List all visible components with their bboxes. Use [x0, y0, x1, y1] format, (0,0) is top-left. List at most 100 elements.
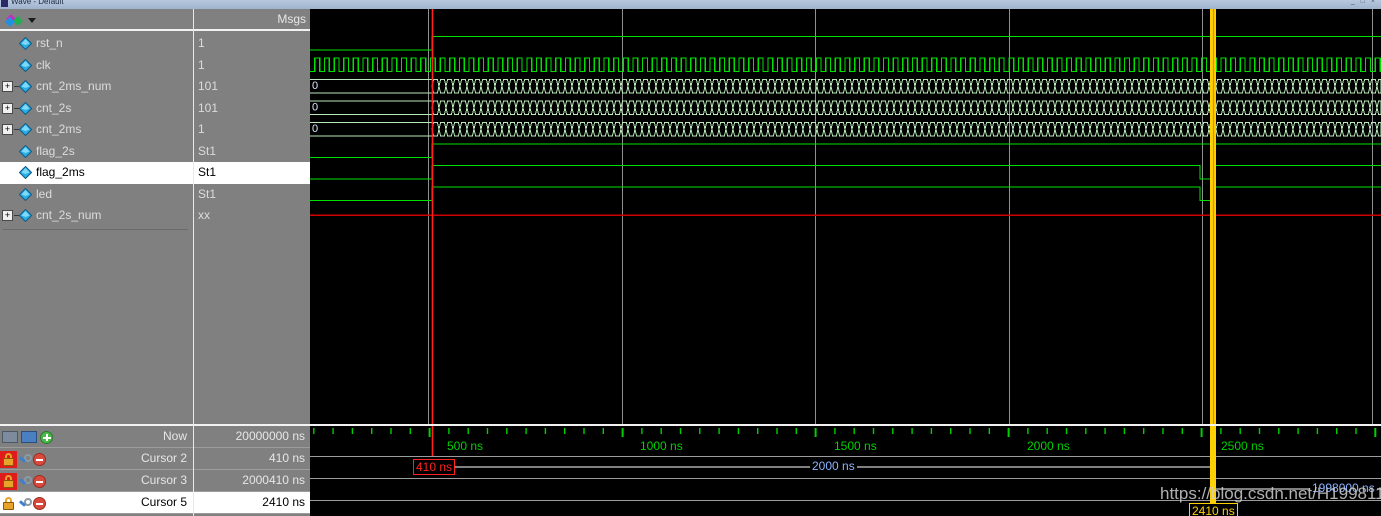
- signal-value-label: 101: [198, 100, 219, 115]
- signal-row-clk[interactable]: clk: [0, 55, 193, 77]
- cursor-misc-icon[interactable]: [2, 431, 18, 443]
- cursor-value-row-2: 2000410 ns: [194, 470, 310, 492]
- svg-text:2500 ns: 2500 ns: [1221, 439, 1264, 453]
- cursor-icons: [0, 472, 46, 490]
- waveform-svg: 0 0 0: [310, 9, 1381, 424]
- signal-value-row-rst_n: 1: [194, 33, 311, 55]
- signal-value-row-flag_2s: St1: [194, 141, 311, 163]
- cursor-row-0[interactable]: Now: [0, 426, 193, 448]
- signal-value-label: 1: [198, 36, 205, 50]
- cursor2-time-tag[interactable]: 410 ns: [413, 459, 456, 475]
- lock-icon[interactable]: [0, 450, 17, 468]
- signal-name-label: cnt_2ms: [36, 122, 82, 136]
- app-icon: [1, 0, 8, 7]
- signal-name-label: flag_2ms: [36, 165, 85, 179]
- cursor-add-panel-icon[interactable]: [21, 431, 37, 443]
- cursor-label: Cursor 5: [140, 495, 187, 509]
- signal-gem-icon: [19, 123, 32, 136]
- signal-value-label: St1: [198, 186, 217, 201]
- signal-name-label: led: [36, 186, 53, 201]
- signal-value-row-cnt_2ms: 1: [194, 119, 311, 141]
- expand-toggle-cnt_2ms_num[interactable]: [2, 81, 13, 92]
- svg-text:2000 ns: 2000 ns: [1027, 439, 1070, 453]
- signal-value-row-cnt_2ms_num: 101: [194, 76, 311, 98]
- msgs-header-label: Msgs: [277, 12, 306, 26]
- cursor5-time-tag[interactable]: 2410 ns: [1189, 503, 1238, 516]
- watermark-text: https://blog.csdn.net/H19981118: [1160, 484, 1381, 503]
- remove-cursor-icon[interactable]: [33, 474, 46, 488]
- cursor-value-label: 20000000 ns: [235, 429, 305, 443]
- remove-cursor-icon[interactable]: [33, 452, 46, 466]
- cursor-icons: [2, 494, 46, 512]
- signal-value-row-cnt_2s: 101: [194, 98, 311, 120]
- cursor-value-label: 410 ns: [268, 451, 305, 465]
- cursor-label: Cursor 2: [140, 451, 187, 465]
- signal-name-label: cnt_2s_num: [36, 208, 102, 222]
- svg-text:0: 0: [312, 80, 318, 92]
- name-column-header: [0, 9, 193, 31]
- signal-name-label: cnt_2s: [36, 100, 72, 115]
- cursor-value-row-0: 20000000 ns: [194, 426, 310, 448]
- wrench-icon[interactable]: [18, 497, 32, 510]
- chevron-down-icon[interactable]: [28, 18, 36, 23]
- signal-value-label: St1: [198, 143, 217, 158]
- remove-cursor-icon[interactable]: [33, 496, 46, 510]
- cursor-label-panel: Now Cursor 2 Cursor 3 Cursor 5: [0, 424, 193, 516]
- signal-row-flag_2ms[interactable]: flag_2ms: [0, 162, 193, 184]
- svg-text:1500 ns: 1500 ns: [834, 439, 877, 453]
- lock-icon[interactable]: [2, 496, 15, 510]
- signal-gem-icon: [19, 58, 32, 72]
- signal-gem-icon: [19, 101, 32, 115]
- cursor-value-row-3: 2410 ns: [194, 492, 310, 514]
- add-cursor-icon[interactable]: [40, 430, 53, 444]
- cursor-value-panel: 20000000 ns 410 ns 2000410 ns 2410 ns: [193, 424, 310, 516]
- cursor-value-label: 2000410 ns: [242, 473, 305, 487]
- signal-gem-icon: [19, 37, 32, 50]
- signal-name-label: flag_2s: [36, 143, 75, 158]
- signal-row-cnt_2s[interactable]: cnt_2s: [0, 98, 193, 120]
- cursor-row-2[interactable]: Cursor 3: [0, 470, 193, 492]
- list-divider: [3, 228, 188, 230]
- svg-text:1000 ns: 1000 ns: [640, 439, 683, 453]
- window-controls[interactable]: _ □ ×: [1351, 0, 1377, 5]
- signal-gem-icon: [19, 166, 32, 179]
- wrench-icon[interactable]: [18, 453, 32, 466]
- cursor-row-3[interactable]: Cursor 5: [0, 492, 193, 514]
- signal-value-label: 1: [198, 122, 205, 136]
- signal-row-cnt_2s_num[interactable]: cnt_2s_num: [0, 205, 193, 227]
- signal-value-label: xx: [198, 208, 210, 222]
- value-column-header: Msgs: [194, 9, 311, 31]
- signal-value-row-cnt_2s_num: xx: [194, 205, 311, 227]
- cursor-value-label: 2410 ns: [262, 495, 305, 509]
- signal-gem-icon: [19, 209, 32, 222]
- signal-value-label: 1: [198, 57, 205, 72]
- signal-row-rst_n[interactable]: rst_n: [0, 33, 193, 55]
- wave-tool-icon[interactable]: [4, 13, 26, 27]
- cursor-icons: [2, 428, 53, 446]
- signal-name-label: rst_n: [36, 36, 63, 50]
- signal-row-led[interactable]: led: [0, 184, 193, 206]
- expand-toggle-cnt_2s[interactable]: [2, 102, 13, 114]
- svg-text:0: 0: [312, 102, 318, 114]
- cursor3-delta-label[interactable]: 2000 ns: [810, 459, 857, 473]
- signal-value-label: St1: [198, 165, 217, 179]
- signal-row-cnt_2ms_num[interactable]: cnt_2ms_num: [0, 76, 193, 98]
- signal-value-row-flag_2ms: St1: [194, 162, 311, 184]
- wave-window: Wave - Default _ □ × rst_nclk cnt_2ms_num…: [0, 0, 1381, 516]
- cursor-icons: [0, 450, 46, 468]
- expand-toggle-cnt_2ms[interactable]: [2, 124, 13, 135]
- cursor-row-1[interactable]: Cursor 2: [0, 448, 193, 470]
- signal-value-row-led: St1: [194, 184, 311, 206]
- signal-gem-icon: [19, 80, 32, 93]
- window-title: Wave - Default: [11, 0, 64, 6]
- signal-row-flag_2s[interactable]: flag_2s: [0, 141, 193, 163]
- cursor-label: Cursor 3: [140, 473, 187, 487]
- signal-value-list: 1 1 101 101 1 St1 St1 St1 xx: [194, 33, 311, 227]
- signal-value-row-clk: 1: [194, 55, 311, 77]
- lock-icon[interactable]: [0, 472, 17, 490]
- signal-row-cnt_2ms[interactable]: cnt_2ms: [0, 119, 193, 141]
- expand-toggle-cnt_2s_num[interactable]: [2, 210, 13, 221]
- signal-name-label: clk: [36, 57, 51, 72]
- svg-text:0: 0: [312, 123, 318, 135]
- wrench-icon[interactable]: [18, 475, 32, 488]
